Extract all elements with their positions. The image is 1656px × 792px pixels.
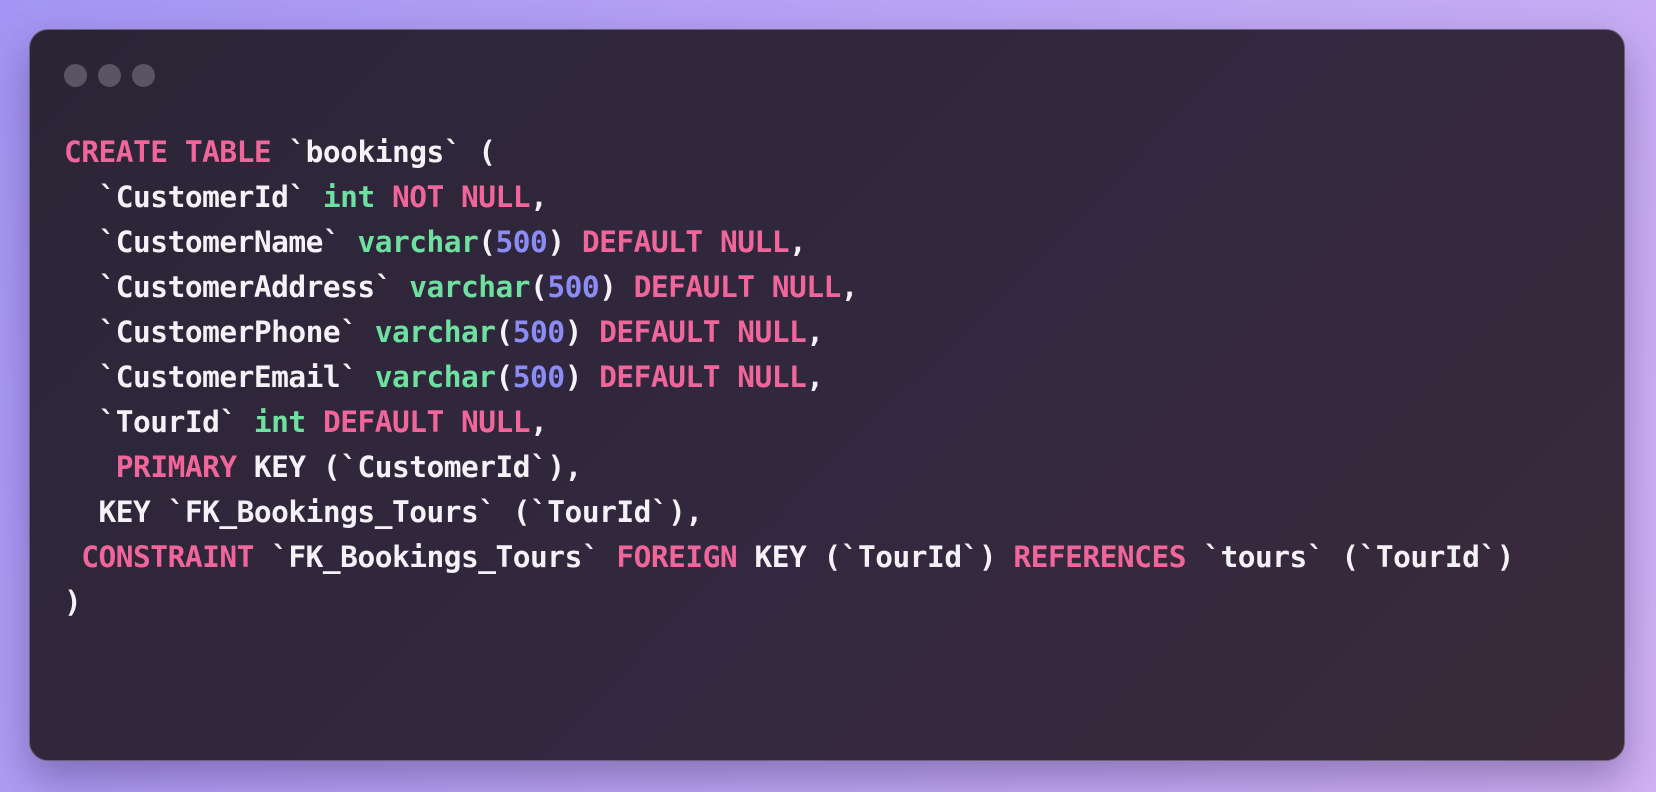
window-controls [64,64,155,87]
close-dot-icon[interactable] [64,64,87,87]
sql-keyword: FOREIGN [616,540,738,574]
sql-text: `FK_Bookings_Tours` [253,540,617,574]
sql-text: `CustomerAddress` [64,270,410,304]
sql-number: 500 [512,315,565,349]
sql-text: ) [564,360,600,394]
code-line: CREATE TABLE `bookings` ( [64,130,1514,175]
sql-type: int [253,405,306,439]
code-line: `CustomerId` int NOT NULL, [64,175,1514,220]
zoom-dot-icon[interactable] [132,64,155,87]
sql-number: 500 [495,225,548,259]
sql-text: `bookings` ( [271,135,496,169]
sql-text: , [530,180,548,214]
sql-keyword: DEFAULT NULL [633,270,842,304]
sql-text: , [789,225,807,259]
sql-code-block: CREATE TABLE `bookings` ( `CustomerId` i… [64,130,1514,625]
sql-text: ( [478,225,496,259]
sql-type: varchar [409,270,531,304]
sql-text: `CustomerPhone` [64,315,375,349]
sql-text: ( [495,360,514,394]
code-line: `CustomerEmail` varchar(500) DEFAULT NUL… [64,355,1514,400]
sql-text: `CustomerEmail` [64,360,375,394]
sql-number: 500 [547,270,600,304]
sql-type: int [322,180,375,214]
code-line: `CustomerPhone` varchar(500) DEFAULT NUL… [64,310,1514,355]
sql-keyword: DEFAULT NULL [581,225,790,259]
sql-text: `tours` (`TourId`) [1185,540,1514,574]
sql-text: KEY (`CustomerId`), [236,450,582,484]
sql-keyword: DEFAULT NULL [599,360,807,394]
sql-text: , [530,405,548,439]
sql-keyword: DEFAULT NULL [322,405,531,439]
code-line: KEY `FK_Bookings_Tours` (`TourId`), [64,490,1514,535]
sql-type: varchar [374,315,496,349]
code-line: `CustomerName` varchar(500) DEFAULT NULL… [64,220,1514,265]
sql-text: ) [564,315,600,349]
sql-text: KEY (`TourId`) [737,540,1014,574]
sql-text: ( [530,270,548,304]
code-line: ) [64,580,1514,625]
code-window: CREATE TABLE `bookings` ( `CustomerId` i… [29,29,1625,761]
sql-keyword: PRIMARY [115,450,237,484]
sql-text: ) [547,225,582,259]
sql-text: ( [495,315,514,349]
sql-keyword: NOT NULL [391,180,531,214]
code-line: `CustomerAddress` varchar(500) DEFAULT N… [64,265,1514,310]
sql-text: ) [599,270,634,304]
sql-keyword: CREATE TABLE [64,135,272,169]
sql-text: ) [64,585,82,619]
code-line: `TourId` int DEFAULT NULL, [64,400,1514,445]
sql-text: KEY `FK_Bookings_Tours` (`TourId`), [64,495,704,529]
minimize-dot-icon[interactable] [98,64,121,87]
sql-keyword: REFERENCES [1013,540,1186,574]
sql-number: 500 [512,360,565,394]
sql-text: `CustomerId` [64,180,323,214]
code-line: PRIMARY KEY (`CustomerId`), [64,445,1514,490]
sql-text: `TourId` [64,405,254,439]
sql-type: varchar [374,360,496,394]
sql-text: , [840,270,859,304]
code-line: CONSTRAINT `FK_Bookings_Tours` FOREIGN K… [64,535,1514,580]
sql-keyword: DEFAULT NULL [599,315,807,349]
sql-text: , [806,315,824,349]
sql-text: `CustomerName` [64,225,358,259]
sql-keyword: CONSTRAINT [81,540,254,574]
sql-type: varchar [357,225,479,259]
sql-text: , [806,360,824,394]
